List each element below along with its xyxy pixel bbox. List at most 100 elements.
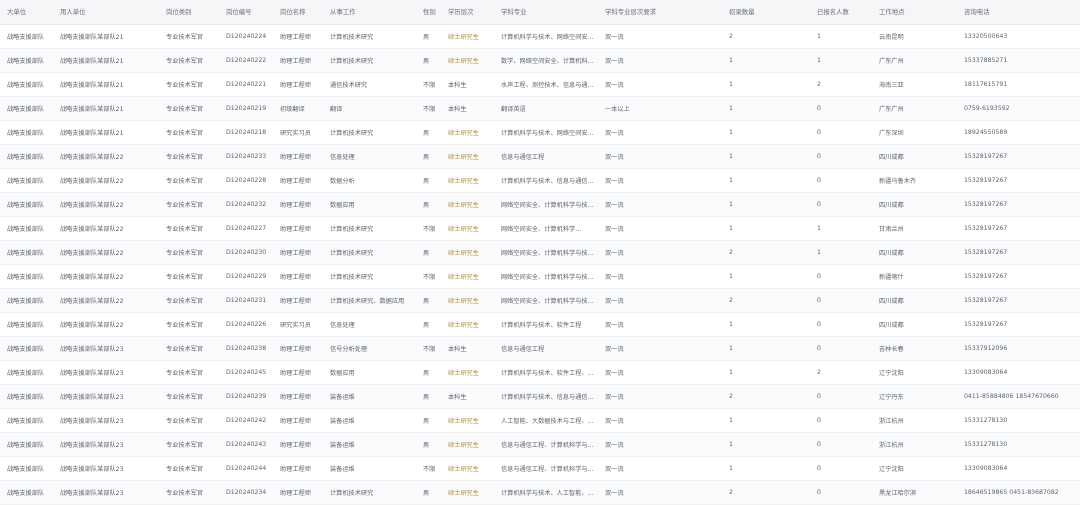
cell-employer: 战略支援部队某部队23	[53, 384, 159, 409]
cell-work-content: 翻译	[323, 96, 416, 121]
table-row[interactable]: 战略支援部队 战略支援部队某部队23 专业技术军官 D120240239 助理工程师 装备…	[0, 384, 1080, 409]
cell-applicant-count: 0	[810, 192, 872, 217]
cell-contact-phone: 15328197267	[957, 168, 1080, 193]
cell-discipline: 水声工程、测控技术、信息与通信…	[494, 72, 598, 97]
cell-work-location: 浙江杭州	[872, 408, 957, 433]
cell-employer: 战略支援部队某部队23	[53, 408, 159, 433]
cell-post-name: 助理工程师	[273, 432, 323, 457]
col-header-gender[interactable]: 性别	[416, 0, 441, 25]
cell-contact-phone: 13320500643	[957, 24, 1080, 49]
col-header-applicant-count[interactable]: 已报名人数	[810, 0, 872, 25]
cell-post-name: 助理工程师	[273, 192, 323, 217]
cell-post-id: D120240244	[219, 456, 273, 481]
col-header-recruit-count[interactable]: 招录数量	[722, 0, 810, 25]
cell-gender: 不限	[416, 264, 441, 289]
cell-education-level: 硕士研究生	[441, 144, 494, 169]
cell-work-location: 四川成都	[872, 312, 957, 337]
cell-education-level: 硕士研究生	[441, 192, 494, 217]
cell-work-content: 通信技术研究	[323, 72, 416, 97]
table-row[interactable]: 战略支援部队 战略支援部队某部队23 专业技术军官 D120240238 助理工程师 信号…	[0, 336, 1080, 361]
table-row[interactable]: 战略支援部队 战略支援部队某部队23 专业技术军官 D120240234 助理工程师 计算…	[0, 480, 1080, 505]
cell-employer: 战略支援部队某部队23	[53, 336, 159, 361]
cell-post-id: D120240239	[219, 384, 273, 409]
col-header-post-name[interactable]: 岗位名称	[273, 0, 323, 25]
col-header-contact-phone[interactable]: 咨询电话	[957, 0, 1080, 25]
cell-education-level: 硕士研究生	[441, 120, 494, 145]
cell-discipline: 计算机科学与技术、人工智能、软…	[494, 480, 598, 505]
col-header-employer[interactable]: 用人单位	[53, 0, 159, 25]
table-row[interactable]: 战略支援部队 战略支援部队某部队21 专业技术军官 D120240221 助理工程师 通信…	[0, 72, 1080, 97]
cell-contact-phone: 15328197267	[957, 312, 1080, 337]
cell-employer: 战略支援部队某部队22	[53, 216, 159, 241]
cell-big-unit: 战略支援部队	[0, 264, 53, 289]
table-row[interactable]: 战略支援部队 战略支援部队某部队22 专业技术军官 D120240226 研究实习员 信息…	[0, 312, 1080, 337]
cell-gender: 男	[416, 432, 441, 457]
cell-work-location: 新疆乌鲁木齐	[872, 168, 957, 193]
table-row[interactable]: 战略支援部队 战略支援部队某部队23 专业技术军官 D120240244 助理工程师 装备…	[0, 456, 1080, 481]
table-row[interactable]: 战略支援部队 战略支援部队某部队22 专业技术军官 D120240228 助理工程师 数据…	[0, 168, 1080, 193]
cell-gender: 男	[416, 360, 441, 385]
cell-contact-phone: 15331278130	[957, 408, 1080, 433]
cell-discipline-level-req: 双一流	[598, 240, 722, 265]
table-row[interactable]: 战略支援部队 战略支援部队某部队23 专业技术军官 D120240242 助理工程师 装备…	[0, 408, 1080, 433]
col-header-education-level[interactable]: 学历层次	[441, 0, 494, 25]
cell-discipline: 信息与通信工程	[494, 144, 598, 169]
cell-gender: 男	[416, 384, 441, 409]
col-header-work-content[interactable]: 从事工作	[323, 0, 416, 25]
cell-discipline-level-req: 双一流	[598, 456, 722, 481]
cell-employer: 战略支援部队某部队23	[53, 360, 159, 385]
table-row[interactable]: 战略支援部队 战略支援部队某部队22 专业技术军官 D120240227 助理工程师 计算…	[0, 216, 1080, 241]
cell-recruit-count: 2	[722, 288, 810, 313]
cell-contact-phone: 0759-6193592	[957, 96, 1080, 121]
cell-applicant-count: 0	[810, 408, 872, 433]
cell-recruit-count: 1	[722, 192, 810, 217]
table-row[interactable]: 战略支援部队 战略支援部队某部队22 专业技术军官 D120240231 助理工程师 计算…	[0, 288, 1080, 313]
cell-discipline-level-req: 双一流	[598, 312, 722, 337]
cell-gender: 不限	[416, 456, 441, 481]
cell-education-level: 硕士研究生	[441, 240, 494, 265]
table-row[interactable]: 战略支援部队 战略支援部队某部队21 专业技术军官 D120240218 研究实习员 计算…	[0, 120, 1080, 145]
cell-post-name: 助理工程师	[273, 264, 323, 289]
cell-gender: 男	[416, 120, 441, 145]
cell-applicant-count: 0	[810, 264, 872, 289]
cell-work-location: 辽宁沈阳	[872, 456, 957, 481]
cell-contact-phone: 0411-85884806 18547670660	[957, 384, 1080, 409]
cell-recruit-count: 2	[722, 24, 810, 49]
cell-post-id: D120240227	[219, 216, 273, 241]
col-header-post-id[interactable]: 岗位编号	[219, 0, 273, 25]
cell-post-id: D120240219	[219, 96, 273, 121]
cell-big-unit: 战略支援部队	[0, 480, 53, 505]
cell-post-category: 专业技术军官	[159, 168, 219, 193]
table-row[interactable]: 战略支援部队 战略支援部队某部队23 专业技术军官 D120240245 助理工程师 数据…	[0, 360, 1080, 385]
table-row[interactable]: 战略支援部队 战略支援部队某部队21 专业技术军官 D120240219 初级翻译 翻译不…	[0, 96, 1080, 121]
col-header-work-location[interactable]: 工作地点	[872, 0, 957, 25]
cell-recruit-count: 1	[722, 48, 810, 73]
table-row[interactable]: 战略支援部队 战略支援部队某部队21 专业技术军官 D120240222 助理工程师 计算…	[0, 48, 1080, 73]
table-row[interactable]: 战略支援部队 战略支援部队某部队22 专业技术军官 D120240229 助理工程师 计算…	[0, 264, 1080, 289]
cell-post-id: D120240238	[219, 336, 273, 361]
table-row[interactable]: 战略支援部队 战略支援部队某部队22 专业技术军官 D120240230 助理工程师 计算…	[0, 240, 1080, 265]
job-table-wrap: 大单位 用人单位 岗位类别 岗位编号 岗位名称 从事工作 性别 学历层次 学科专业 学科专业层次要…	[0, 0, 1080, 505]
col-header-big-unit[interactable]: 大单位	[0, 0, 53, 25]
table-row[interactable]: 战略支援部队 战略支援部队某部队23 专业技术军官 D120240243 助理工程师 装备…	[0, 432, 1080, 457]
cell-recruit-count: 1	[722, 216, 810, 241]
cell-discipline-level-req: 双一流	[598, 480, 722, 505]
cell-gender: 不限	[416, 96, 441, 121]
table-row[interactable]: 战略支援部队 战略支援部队某部队22 专业技术军官 D120240233 助理工程师 信息…	[0, 144, 1080, 169]
cell-post-name: 助理工程师	[273, 240, 323, 265]
cell-employer: 战略支援部队某部队22	[53, 264, 159, 289]
col-header-discipline[interactable]: 学科专业	[494, 0, 598, 25]
cell-post-name: 助理工程师	[273, 168, 323, 193]
cell-post-category: 专业技术军官	[159, 408, 219, 433]
col-header-discipline-level-req[interactable]: 学科专业层次要求	[598, 0, 722, 25]
cell-recruit-count: 2	[722, 240, 810, 265]
col-header-post-category[interactable]: 岗位类别	[159, 0, 219, 25]
cell-post-category: 专业技术军官	[159, 480, 219, 505]
cell-post-id: D120240231	[219, 288, 273, 313]
table-row[interactable]: 战略支援部队 战略支援部队某部队21 专业技术军官 D120240224 助理工程师 计算…	[0, 24, 1080, 49]
cell-work-location: 新疆喀什	[872, 264, 957, 289]
cell-discipline-level-req: 双一流	[598, 360, 722, 385]
cell-education-level: 硕士研究生	[441, 288, 494, 313]
table-row[interactable]: 战略支援部队 战略支援部队某部队22 专业技术军官 D120240232 助理工程师 数据…	[0, 192, 1080, 217]
cell-post-id: D120240245	[219, 360, 273, 385]
